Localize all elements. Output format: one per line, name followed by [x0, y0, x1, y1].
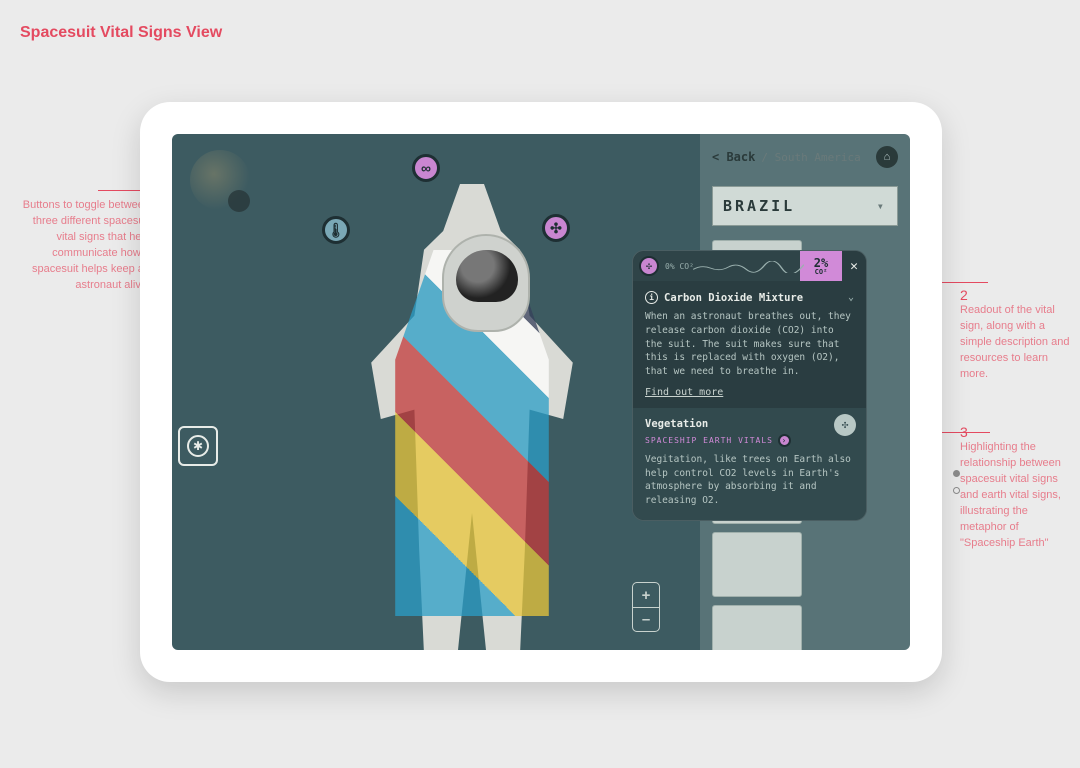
country-label: BRAZIL	[723, 197, 795, 215]
country-select[interactable]: BRAZIL ▾	[712, 186, 898, 226]
annotation-2: 2 Readout of the vital sign, along with …	[960, 287, 1070, 383]
zoom-in-button[interactable]: +	[633, 583, 659, 607]
breadcrumb: / South America	[761, 151, 860, 164]
vital-toggle-goggles-icon[interactable]: ∞	[412, 154, 440, 182]
earth-vital-body: Vegitation, like trees on Earth also hel…	[645, 453, 854, 508]
readout-percent-label: CO²	[815, 269, 828, 276]
page-title: Spacesuit Vital Signs View	[20, 24, 222, 42]
readout-body: When an astronaut breathes out, they rel…	[645, 310, 854, 379]
astronaut-helmet	[442, 234, 530, 332]
page-dots	[953, 470, 960, 494]
astronaut-figure[interactable]	[352, 184, 592, 650]
accessibility-icon: ✱	[187, 435, 209, 457]
annotation-2-number: 2	[960, 287, 1070, 303]
tablet-frame: ∞ 🌡 ✣ ✱ + – < Back / South America ⌂	[140, 102, 942, 682]
vital-readout-panel: ✣ 0% CO² 2% CO² ✕ i Carbon Dioxide Mixtu…	[632, 250, 867, 521]
home-icon[interactable]: ⌂	[876, 146, 898, 168]
annotation-2-text: Readout of the vital sign, along with a …	[960, 303, 1070, 383]
annotation-1: 1 Buttons to toggle between three differ…	[18, 182, 150, 294]
annotation-1-text: Buttons to toggle between three differen…	[18, 198, 150, 294]
find-out-more-link[interactable]: Find out more	[645, 387, 723, 398]
thumbnail[interactable]	[712, 532, 802, 597]
earth-vital-tag-icon: ›	[778, 434, 791, 447]
readout-percent-value: 2%	[814, 257, 828, 269]
back-button[interactable]: < Back	[712, 150, 755, 164]
readout-heading: Carbon Dioxide Mixture	[664, 292, 803, 304]
collapse-icon[interactable]: ⌄	[848, 292, 854, 303]
earth-vital-icon[interactable]: ✣	[834, 414, 856, 436]
info-icon[interactable]: i	[645, 291, 658, 304]
annotation-3-text: Highlighting the relationship between sp…	[960, 440, 1070, 552]
readout-bar: ✣ 0% CO² 2% CO² ✕	[633, 251, 866, 281]
page-dot[interactable]	[953, 487, 960, 494]
accessibility-button[interactable]: ✱	[178, 426, 218, 466]
globe-sub-icon[interactable]	[228, 190, 250, 212]
vital-toggle-thermometer-icon[interactable]: 🌡	[322, 216, 350, 244]
thumbnail[interactable]	[712, 605, 802, 650]
zoom-out-button[interactable]: –	[633, 607, 659, 631]
close-button[interactable]: ✕	[842, 251, 866, 281]
readout-vital-icon: ✣	[639, 256, 659, 276]
page-dot-active[interactable]	[953, 470, 960, 477]
earth-vital-heading: Vegetation	[645, 418, 854, 430]
chevron-down-icon: ▾	[877, 199, 887, 213]
astronaut-visor	[456, 250, 518, 302]
annotation-3: 3 Highlighting the relationship between …	[960, 424, 1070, 552]
earth-vital-tag: SPACESHIP EARTH VITALS	[645, 436, 773, 445]
readout-percent: 2% CO²	[800, 251, 842, 281]
readout-sparkline	[693, 261, 804, 273]
app-screen: ∞ 🌡 ✣ ✱ + – < Back / South America ⌂	[172, 134, 910, 650]
zoom-controls: + –	[632, 582, 660, 632]
